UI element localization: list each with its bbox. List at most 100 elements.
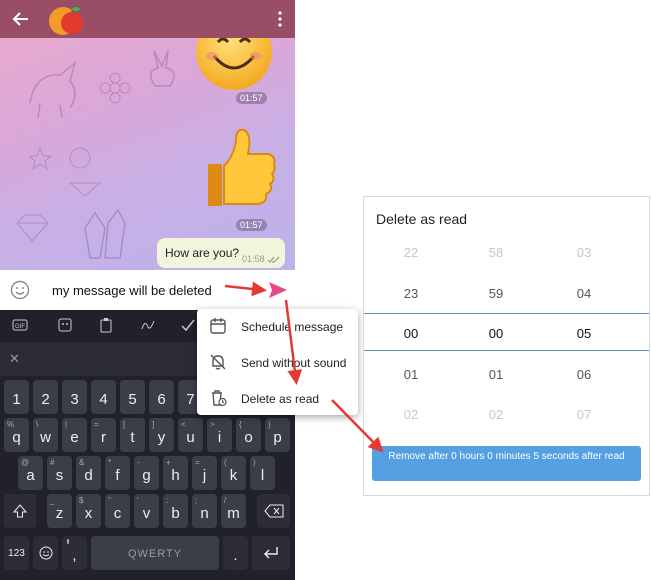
bell-off-icon xyxy=(210,354,226,370)
key[interactable]: / m xyxy=(221,494,246,528)
close-icon[interactable]: ✕ xyxy=(9,351,20,367)
svg-text:GIF: GIF xyxy=(15,324,25,330)
menu-item-label: Send without sound xyxy=(241,356,347,370)
key[interactable]: % q xyxy=(4,418,29,452)
handwriting-icon[interactable] xyxy=(140,317,156,333)
key[interactable]: :b xyxy=(163,494,188,528)
dialog-title: Delete as read xyxy=(376,211,468,227)
phone-screen: 01:57 01:57 How are you? 01:58 my messag… xyxy=(0,0,295,580)
key[interactable]: | e xyxy=(62,418,87,452)
key[interactable]: + h xyxy=(163,456,188,490)
sticker-icon[interactable] xyxy=(57,317,73,333)
seconds-picker-selected[interactable]: 05 xyxy=(554,326,614,341)
picker-divider-top xyxy=(364,313,649,314)
double-check-icon xyxy=(267,256,280,263)
menu-item-schedule-message[interactable]: Schedule message xyxy=(197,309,358,345)
minutes-picker-value[interactable]: 01 xyxy=(466,367,526,382)
key[interactable]: 2 xyxy=(33,380,58,414)
chat-area: 01:57 01:57 How are you? 01:58 xyxy=(0,38,295,270)
check-icon[interactable] xyxy=(180,317,196,333)
key[interactable]: < u xyxy=(178,418,203,452)
message-input-bar: my message will be deleted xyxy=(0,270,295,310)
key[interactable]: > i xyxy=(207,418,232,452)
key[interactable]: " c xyxy=(105,494,130,528)
minutes-picker-selected[interactable]: 00 xyxy=(466,326,526,341)
sticker-timestamp: 01:57 xyxy=(236,92,267,104)
backspace-key[interactable] xyxy=(257,494,290,528)
more-vertical-icon[interactable] xyxy=(277,11,283,27)
period-key[interactable]: . xyxy=(223,536,248,570)
hours-picker-value[interactable]: 01 xyxy=(381,367,441,382)
seconds-picker-value[interactable]: 06 xyxy=(554,367,614,382)
thumbs-up-sticker[interactable] xyxy=(200,124,280,210)
hours-picker-value[interactable]: 22 xyxy=(381,245,441,260)
emoji-icon xyxy=(39,546,53,560)
key[interactable]: 5 xyxy=(120,380,145,414)
sticker-timestamp: 01:57 xyxy=(236,219,267,231)
key[interactable]: _ z xyxy=(47,494,72,528)
menu-item-label: Delete as read xyxy=(241,392,320,406)
minutes-picker-value[interactable]: 59 xyxy=(466,286,526,301)
avatar[interactable] xyxy=(47,3,85,37)
key[interactable]: } p xyxy=(265,418,290,452)
delete-as-read-dialog: Delete as read 22 23 00 01 02 58 59 00 0… xyxy=(363,196,650,496)
shift-icon xyxy=(12,504,28,518)
emoji-icon[interactable] xyxy=(10,280,30,300)
send-icon[interactable] xyxy=(268,281,288,299)
key[interactable]: ) l xyxy=(250,456,275,490)
picker-divider-bottom xyxy=(364,350,649,351)
seconds-picker-value[interactable]: 03 xyxy=(554,245,614,260)
crystal-icon xyxy=(84,208,126,259)
key[interactable]: = j xyxy=(192,456,217,490)
smiley-sticker[interactable] xyxy=(196,38,272,92)
minutes-picker-value[interactable]: 58 xyxy=(466,245,526,260)
key[interactable]: # s xyxy=(47,456,72,490)
gif-icon[interactable]: GIF xyxy=(12,317,28,333)
key[interactable]: $ x xyxy=(76,494,101,528)
stars-icon xyxy=(30,146,102,197)
shift-key[interactable] xyxy=(4,494,36,528)
calendar-icon xyxy=(210,318,226,334)
message-bubble[interactable]: How are you? 01:58 xyxy=(157,238,285,268)
symbols-key[interactable]: 123 xyxy=(4,536,29,570)
hours-picker-value[interactable]: 02 xyxy=(381,407,441,422)
message-input[interactable]: my message will be deleted xyxy=(52,283,212,298)
key[interactable]: 4 xyxy=(91,380,116,414)
hours-picker-value[interactable]: 23 xyxy=(381,286,441,301)
message-timestamp: 01:58 xyxy=(242,254,265,264)
key[interactable]: ; n xyxy=(192,494,217,528)
back-arrow-icon[interactable] xyxy=(10,8,32,30)
backspace-icon xyxy=(264,504,284,518)
seconds-picker-value[interactable]: 07 xyxy=(554,407,614,422)
menu-item-label: Schedule message xyxy=(241,320,344,334)
key[interactable]: {o xyxy=(236,418,261,452)
remove-after-button[interactable]: Remove after 0 hours 0 minutes 5 seconds… xyxy=(372,446,641,481)
key[interactable]: ] y xyxy=(149,418,174,452)
emoji-key[interactable] xyxy=(33,536,58,570)
hours-picker-selected[interactable]: 00 xyxy=(381,326,441,341)
key[interactable]: * f xyxy=(105,456,130,490)
key[interactable]: = r xyxy=(91,418,116,452)
message-text: How are you? xyxy=(165,246,240,260)
seconds-picker-value[interactable]: 04 xyxy=(554,286,614,301)
key[interactable]: & d xyxy=(76,456,101,490)
menu-item-send-without-sound[interactable]: Send without sound xyxy=(197,345,358,381)
key[interactable]: 6 xyxy=(149,380,174,414)
menu-item-delete-as-read[interactable]: Delete as read xyxy=(197,381,358,417)
key[interactable]: @ a xyxy=(18,456,43,490)
comma-key[interactable]: , xyxy=(62,536,87,570)
enter-key[interactable] xyxy=(252,536,290,570)
send-options-menu: Schedule message Send without sound Dele… xyxy=(197,309,358,415)
key[interactable]: 1 xyxy=(4,380,29,414)
key[interactable]: 3 xyxy=(62,380,87,414)
key[interactable]: -g xyxy=(134,456,159,490)
key[interactable]: [t xyxy=(120,418,145,452)
flower-icon xyxy=(99,72,131,104)
minutes-picker-value[interactable]: 02 xyxy=(466,407,526,422)
key[interactable]: ' v xyxy=(134,494,159,528)
microphone-icon xyxy=(67,539,69,544)
key[interactable]: (k xyxy=(221,456,246,490)
key[interactable]: \ w xyxy=(33,418,58,452)
space-key[interactable]: QWERTY xyxy=(91,536,219,570)
clipboard-icon[interactable] xyxy=(98,317,114,333)
